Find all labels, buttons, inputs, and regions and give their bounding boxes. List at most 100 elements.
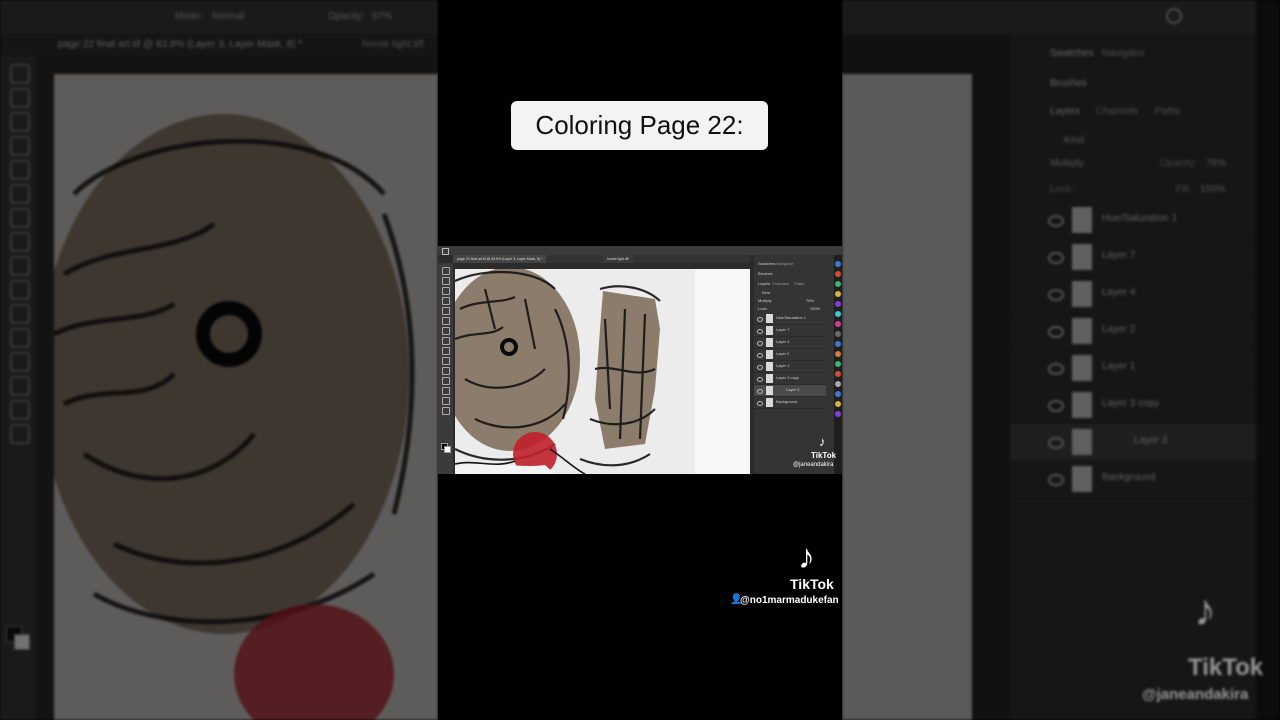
shape-tool-icon	[10, 376, 30, 396]
bg-right-canvas-edge	[842, 74, 972, 720]
ps-layer-row: Layer 1	[754, 361, 826, 373]
bg-fill-value: 100%	[1200, 184, 1226, 195]
ps-canvas	[455, 269, 750, 474]
bg-mode-label: Mode:	[175, 11, 203, 22]
bg-panel-tab-navigator: Navigator	[1102, 48, 1145, 59]
bg-doc-tab-2: horsie light.tiff	[362, 39, 424, 50]
ps-layer-row: Layer 7	[754, 325, 826, 337]
ps-options-bar	[438, 246, 842, 255]
gradient-tool-icon	[10, 256, 30, 276]
ps-brushes-tab: Brushes	[758, 271, 773, 276]
eye-icon	[1048, 437, 1064, 449]
bg-layers-panel: Swatches Navigator Brushes Layers Channe…	[1010, 34, 1280, 720]
ps-layer-row: Layer 4	[754, 337, 826, 349]
tiktok-logo-icon: ♪	[798, 538, 815, 576]
drawing-illustration	[455, 269, 750, 474]
bg-toolbar	[0, 56, 36, 720]
move-tool-icon	[10, 64, 30, 84]
ps-paths-tab: Paths	[794, 281, 805, 286]
bg-kind-filter: Kind	[1064, 135, 1085, 146]
ps-blend-mode: Multiply	[758, 298, 772, 303]
ps-doc-tabs: page 22 final art.tif @ 83.8% (Layer 3, …	[453, 255, 750, 263]
bg-opacity-value-right: 78%	[1206, 158, 1227, 169]
inner-tiktok-wordmark: TikTok	[811, 451, 837, 460]
ps-dock-strip	[834, 255, 842, 474]
dodge-tool-icon	[10, 280, 30, 300]
bg-layer-row: Layer 7	[1010, 239, 1280, 277]
ps-layers-tab: Layers	[758, 281, 771, 286]
bg-layer-row: Background	[1010, 461, 1280, 499]
ps-opacity-value: 78%	[806, 298, 815, 303]
tiktok-wordmark-right: TikTok	[1188, 654, 1264, 681]
ps-layer-row-selected: Layer 3	[754, 385, 826, 397]
inner-tiktok-username: @janeandakira	[793, 462, 834, 468]
ps-navigator-tab: Navigator	[776, 261, 794, 266]
brush-tool-icon	[10, 184, 30, 204]
ps-layer-row: Hue/Saturation 1	[754, 313, 826, 325]
bg-dock-strip	[1256, 0, 1280, 720]
ps-toolbar	[438, 263, 453, 474]
bg-opacity-label-right: Opacity:	[1160, 158, 1197, 169]
bg-right-topbar	[842, 0, 1280, 34]
bg-layer-row: Layer 3 copy	[1010, 387, 1280, 425]
bg-panel-tab-swatches: Swatches	[1050, 48, 1094, 59]
ps-fill-value: 100%	[810, 306, 821, 311]
stamp-tool-icon	[10, 208, 30, 228]
tiktok-wordmark: TikTok	[790, 576, 834, 592]
ps-layer-row: Layer 3 copy	[754, 373, 826, 385]
type-tool-icon	[10, 328, 30, 348]
eye-icon	[1048, 289, 1064, 301]
ps-layer-row: Background	[754, 397, 826, 409]
eye-icon	[1048, 474, 1064, 486]
bg-canvas-artwork	[39, 74, 438, 720]
marquee-tool-icon	[10, 88, 30, 108]
background-color-swatch	[14, 634, 30, 650]
background-right-blur: Swatches Navigator Brushes Layers Channe…	[842, 0, 1280, 720]
path-select-tool-icon	[10, 352, 30, 372]
zoom-tool-icon	[10, 424, 30, 444]
eye-icon	[1048, 363, 1064, 375]
eye-icon	[1048, 400, 1064, 412]
bg-layers-tab: Layers	[1050, 106, 1081, 117]
ps-doc-tab-2: horsie light.tiff	[603, 255, 633, 263]
background-left-blur: Mode: Normal Opacity: 57% page 22 final …	[0, 0, 438, 720]
bg-doc-tabs: page 22 final art.tif @ 83.8% (Layer 3, …	[0, 34, 438, 56]
bg-lock-label: Lock:	[1050, 184, 1074, 195]
tiktok-username-right: @janeandakira	[1142, 686, 1249, 703]
ps-doc-tab: page 22 final art.tif @ 83.8% (Layer 3, …	[453, 255, 547, 263]
search-icon	[1166, 8, 1182, 24]
bg-fill-label: Fill:	[1176, 184, 1192, 195]
eyedropper-tool-icon	[10, 160, 30, 180]
bg-layer-row: Layer 1	[1010, 350, 1280, 388]
photoshop-screenshot: page 22 final art.tif @ 83.8% (Layer 3, …	[438, 246, 842, 474]
bg-drawing-illustration	[39, 74, 438, 720]
bg-layer-row: Layer 4	[1010, 276, 1280, 314]
ps-kind-filter: Kind	[762, 290, 771, 295]
video-frame: Coloring Page 22: page 22 final art.tif …	[438, 0, 842, 720]
caption-box: Coloring Page 22:	[511, 101, 768, 150]
hand-tool-icon	[10, 400, 30, 420]
ps-lock-label: Lock:	[758, 306, 768, 311]
eraser-tool-icon	[10, 232, 30, 252]
bg-channels-tab: Channels	[1096, 106, 1139, 117]
pen-tool-icon	[10, 304, 30, 324]
bg-layer-row-selected: Layer 3	[1010, 424, 1280, 462]
crop-tool-icon	[10, 136, 30, 156]
ps-swatches-tab: Swatches	[758, 261, 776, 266]
tiktok-logo-icon: ♪	[1194, 586, 1216, 635]
bg-doc-tab: page 22 final art.tif @ 83.8% (Layer 3, …	[58, 39, 303, 50]
caption-text: Coloring Page 22:	[535, 110, 744, 140]
tiktok-username: @no1marmadukefan	[740, 595, 839, 606]
ps-home-icon	[442, 248, 449, 255]
eye-icon	[1048, 252, 1064, 264]
eye-icon	[1048, 326, 1064, 338]
bg-layer-row: Hue/Saturation 1	[1010, 202, 1280, 240]
ps-channels-tab: Channels	[772, 281, 789, 286]
bg-paths-tab: Paths	[1155, 106, 1181, 117]
eye-icon	[1048, 215, 1064, 227]
inner-tiktok-logo-icon: ♪	[819, 434, 826, 449]
bg-mode-value: Normal	[212, 11, 245, 22]
ps-layers-panel: Swatches Navigator Brushes Layers Channe…	[754, 255, 842, 474]
bg-opacity-value: 57%	[372, 11, 393, 22]
bg-panel-tab-brushes: Brushes	[1050, 78, 1087, 89]
